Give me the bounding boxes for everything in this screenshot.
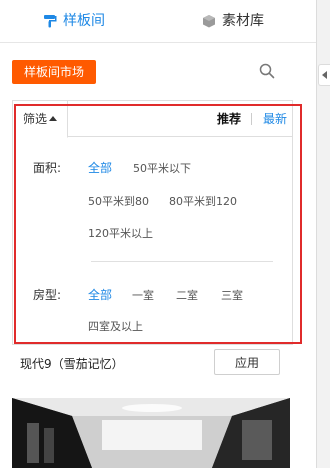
area-option-over-120[interactable]: 120平米以上	[88, 225, 153, 241]
panel-tabs: 样板间 素材库	[0, 0, 316, 43]
template-panel: 样板间 素材库 样板间市场 筛选 推荐 最新 面积: 全部 50平米以下 50平…	[0, 0, 317, 468]
rooms-option-one[interactable]: 一室	[132, 287, 154, 303]
sort-latest[interactable]: 最新	[263, 101, 287, 137]
search-icon[interactable]	[259, 63, 275, 83]
caret-up-icon	[49, 116, 58, 121]
rooms-label: 房型:	[33, 288, 62, 302]
template-market-button[interactable]: 样板间市场	[12, 60, 96, 84]
filter-divider	[91, 261, 273, 262]
filter-dropdown: 筛选 推荐 最新 面积: 全部 50平米以下 50平米到80 80平米到120 …	[12, 100, 293, 345]
area-option-80-120[interactable]: 80平米到120	[169, 193, 237, 209]
area-option-all[interactable]: 全部	[88, 159, 112, 176]
template-preview-image[interactable]	[12, 398, 290, 468]
rooms-option-all[interactable]: 全部	[88, 286, 112, 303]
tab-templates[interactable]: 样板间	[43, 0, 105, 42]
filter-toggle[interactable]: 筛选	[13, 101, 68, 138]
cube-icon	[202, 14, 216, 28]
area-label: 面积:	[33, 161, 62, 175]
tab-templates-label: 样板间	[63, 13, 105, 29]
filter-header: 筛选 推荐 最新	[13, 101, 292, 138]
chevron-left-icon	[322, 71, 327, 79]
header-divider	[67, 136, 292, 137]
brush-icon	[43, 14, 57, 28]
apply-button[interactable]: 应用	[214, 349, 280, 375]
area-option-under-50[interactable]: 50平米以下	[133, 160, 191, 176]
rooms-option-three[interactable]: 三室	[221, 287, 243, 303]
rooms-option-two[interactable]: 二室	[176, 287, 198, 303]
sort-recommend[interactable]: 推荐	[217, 101, 241, 137]
sort-separator	[251, 113, 252, 125]
template-name: 现代9（雪茄记忆）	[20, 357, 124, 371]
area-option-50-80[interactable]: 50平米到80	[88, 193, 149, 209]
rooms-option-four-plus[interactable]: 四室及以上	[88, 318, 143, 334]
filter-toggle-label: 筛选	[23, 112, 48, 126]
tab-materials-label: 素材库	[222, 13, 264, 29]
collapse-panel-handle[interactable]	[318, 64, 330, 86]
tab-materials[interactable]: 素材库	[202, 0, 264, 42]
